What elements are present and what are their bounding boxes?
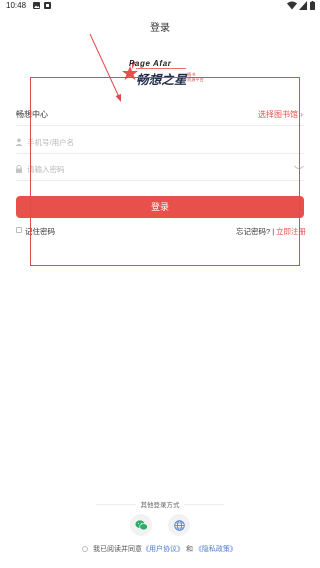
battery-icon [310, 1, 315, 10]
wifi-icon [287, 1, 297, 10]
annotation-rectangle [30, 77, 300, 266]
agreement-prefix: 我已阅读并同意 [93, 546, 142, 553]
privacy-policy-link[interactable]: 《隐私政策》 [195, 546, 237, 553]
web-login-button[interactable] [168, 514, 190, 536]
gallery-icon [33, 2, 40, 9]
agreement-and: 和 [185, 546, 193, 553]
notification-icon [44, 2, 51, 9]
agreement-text: 我已阅读并同意《用户协议》 和 《隐私政策》 [93, 544, 237, 554]
signal-icon [299, 1, 307, 10]
user-agreement-link[interactable]: 《用户协议》 [142, 546, 184, 553]
logo-text-en: Page Afar [129, 59, 172, 68]
divider [184, 504, 224, 505]
page-title: 登录 [150, 23, 170, 34]
agreement-checkbox[interactable] [82, 546, 88, 552]
wechat-icon [134, 519, 148, 530]
status-bar: 10:48 [0, 0, 320, 13]
wechat-login-button[interactable] [130, 514, 152, 536]
other-login-label: 其他登录方式 [140, 502, 180, 509]
user-icon [15, 138, 23, 146]
status-time: 10:48 [6, 1, 27, 10]
web-icon [173, 519, 185, 531]
remember-password-checkbox[interactable] [16, 227, 22, 233]
lock-icon [16, 165, 22, 173]
